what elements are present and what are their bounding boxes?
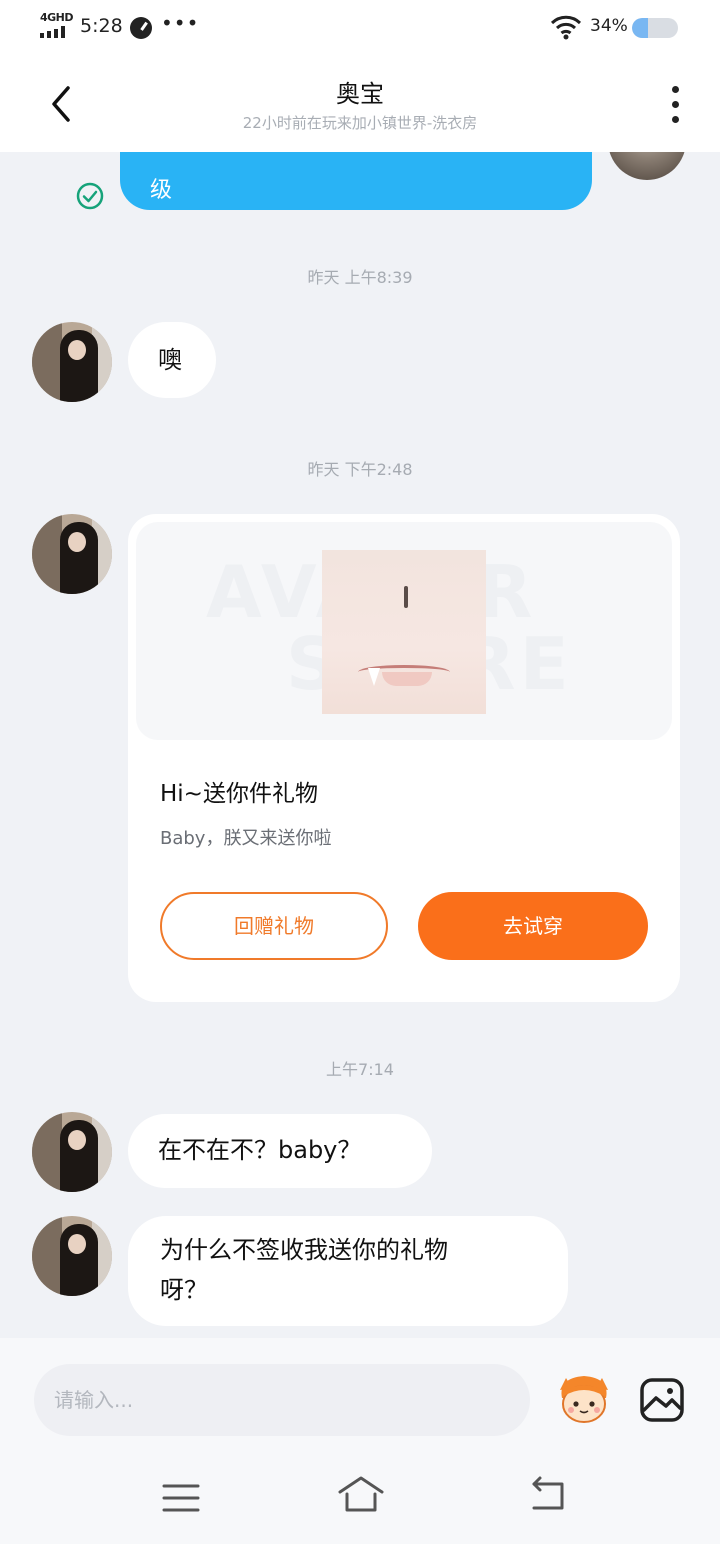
system-back-icon[interactable] <box>528 1474 570 1516</box>
message-text: 噢 <box>158 346 182 374</box>
contact-avatar[interactable] <box>32 322 112 402</box>
return-gift-button[interactable]: 回赠礼物 <box>160 892 388 960</box>
message-text: 在不在不？baby？ <box>158 1136 362 1164</box>
sent-message-text: 级 <box>150 178 173 203</box>
gift-preview: AVATAR STORE <box>136 522 672 740</box>
gift-title: Hi~送你件礼物 <box>160 781 318 807</box>
network-type: 4GHD <box>40 11 74 24</box>
battery-percent: 34% <box>590 16 628 36</box>
message-list[interactable]: 级 昨天 上午8:39 噢 昨天 下午2:48 AVATAR STORE Hi~… <box>0 152 720 1338</box>
status-bar: 4GHD 5:28 ••• 34% <box>0 0 720 56</box>
try-on-button[interactable]: 去试穿 <box>418 892 648 960</box>
received-message-bubble[interactable]: 为什么不签收我送你的礼物 呀？ <box>128 1216 568 1326</box>
speedometer-icon <box>130 17 152 39</box>
system-nav-bar <box>0 1468 720 1544</box>
sent-message-bubble[interactable]: 级 <box>120 152 592 210</box>
message-text: 为什么不签收我送你的礼物 <box>160 1236 448 1264</box>
gift-item-image[interactable] <box>322 550 486 714</box>
signal-icon <box>40 26 72 38</box>
home-icon[interactable] <box>336 1472 386 1518</box>
contact-status: 22小时前在玩来加小镇世界-洗衣房 <box>242 114 478 132</box>
contact-avatar[interactable] <box>32 1112 112 1192</box>
timestamp: 上午7:14 <box>326 1060 394 1079</box>
contact-avatar[interactable] <box>32 514 112 594</box>
menu-icon[interactable] <box>160 1478 202 1518</box>
status-more-icon: ••• <box>161 11 200 35</box>
battery-icon <box>632 18 678 38</box>
timestamp: 昨天 上午8:39 <box>307 268 413 287</box>
input-bar <box>0 1338 720 1544</box>
contact-avatar[interactable] <box>32 1216 112 1296</box>
image-icon[interactable] <box>638 1376 686 1424</box>
gift-card[interactable]: AVATAR STORE Hi~送你件礼物 Baby，朕又来送你啦 回赠礼物 去… <box>128 514 680 1002</box>
received-message-bubble[interactable]: 噢 <box>128 322 216 398</box>
chat-header: 奥宝 22小时前在玩来加小镇世界-洗衣房 <box>0 56 720 152</box>
message-input[interactable] <box>34 1364 530 1436</box>
read-check-icon <box>76 182 104 210</box>
received-message-bubble[interactable]: 在不在不？baby？ <box>128 1114 432 1188</box>
clock: 5:28 <box>80 15 123 37</box>
sticker-mascot-icon[interactable] <box>554 1368 614 1428</box>
contact-name: 奥宝 <box>336 80 384 108</box>
message-text: 呀？ <box>160 1276 208 1304</box>
gift-description: Baby，朕又来送你啦 <box>160 828 332 849</box>
my-avatar[interactable] <box>608 152 686 180</box>
battery-fill <box>632 18 648 38</box>
more-options-button[interactable] <box>660 82 692 126</box>
wifi-icon <box>550 15 582 40</box>
timestamp: 昨天 下午2:48 <box>307 460 413 479</box>
